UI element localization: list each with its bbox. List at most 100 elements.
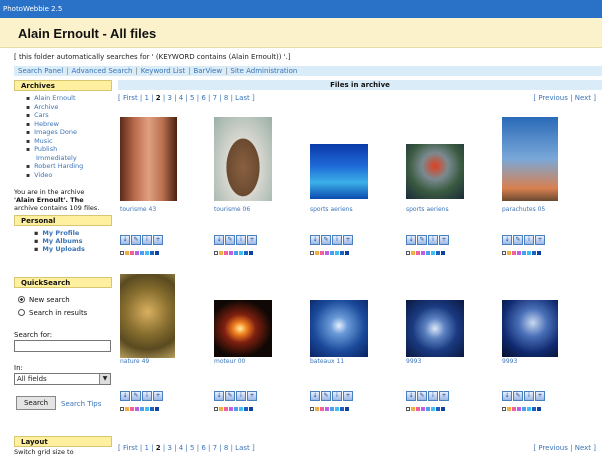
color-label-swatch[interactable] — [507, 251, 511, 255]
add-icon[interactable]: + — [153, 235, 163, 245]
file-caption-link[interactable]: bateaux 11 — [310, 358, 344, 365]
edit-icon[interactable]: ✎ — [417, 391, 427, 401]
nav-link[interactable]: Search Panel — [18, 67, 63, 75]
color-label-swatch[interactable] — [340, 251, 344, 255]
jet-pilot-thumbnail[interactable] — [502, 300, 558, 357]
file-caption-link[interactable]: parachutes 05 — [502, 206, 545, 213]
info-icon[interactable]: i — [142, 235, 152, 245]
nav-link[interactable]: Advanced Search — [72, 67, 133, 75]
add-icon[interactable]: + — [439, 235, 449, 245]
cactus-thumbnail[interactable] — [120, 274, 175, 358]
color-label-swatch[interactable] — [325, 251, 329, 255]
edit-icon[interactable]: ✎ — [513, 235, 523, 245]
color-label-swatch[interactable] — [219, 407, 223, 411]
color-label-swatch[interactable] — [522, 251, 526, 255]
color-label-swatch[interactable] — [517, 251, 521, 255]
download-icon[interactable]: ↓ — [310, 391, 320, 401]
color-label-swatch[interactable] — [345, 407, 349, 411]
info-icon[interactable]: i — [428, 235, 438, 245]
sidebar-personal-item[interactable]: My Profile — [34, 229, 85, 237]
file-caption-link[interactable]: 9993 — [502, 358, 517, 365]
color-label-swatch[interactable] — [512, 407, 516, 411]
radio-new-search[interactable]: New search — [18, 296, 70, 304]
color-label-swatch[interactable] — [224, 251, 228, 255]
sidebar-personal-item[interactable]: My Albums — [34, 237, 85, 245]
color-label-swatch[interactable] — [436, 251, 440, 255]
edit-icon[interactable]: ✎ — [321, 235, 331, 245]
color-label-swatch[interactable] — [155, 251, 159, 255]
previous-link-bottom[interactable]: Previous — [538, 444, 568, 452]
color-label-swatch[interactable] — [320, 251, 324, 255]
sidebar-archive-item[interactable]: Alain Ernoult — [26, 94, 83, 103]
color-label-swatch[interactable] — [214, 251, 218, 255]
sidebar-personal-item[interactable]: My Uploads — [34, 245, 85, 253]
info-icon[interactable]: i — [332, 391, 342, 401]
skydive-sea-thumbnail[interactable] — [310, 144, 368, 199]
sidebar-archive-item[interactable]: Images Done — [26, 128, 83, 137]
color-label-swatch[interactable] — [234, 251, 238, 255]
sidebar-archive-item[interactable]: Robert Harding — [26, 162, 83, 171]
color-label-swatch[interactable] — [234, 407, 238, 411]
color-label-swatch[interactable] — [502, 251, 506, 255]
edit-icon[interactable]: ✎ — [225, 391, 235, 401]
color-label-swatch[interactable] — [140, 407, 144, 411]
previous-link-top[interactable]: Previous — [538, 94, 568, 102]
sidebar-archive-item[interactable]: Archive — [26, 103, 83, 112]
download-icon[interactable]: ↓ — [310, 235, 320, 245]
color-label-swatch[interactable] — [426, 407, 430, 411]
info-icon[interactable]: i — [524, 235, 534, 245]
color-label-swatch[interactable] — [335, 251, 339, 255]
download-icon[interactable]: ↓ — [120, 391, 130, 401]
color-label-swatch[interactable] — [416, 251, 420, 255]
color-label-swatch[interactable] — [315, 251, 319, 255]
color-label-swatch[interactable] — [219, 251, 223, 255]
edit-icon[interactable]: ✎ — [131, 235, 141, 245]
color-label-swatch[interactable] — [214, 407, 218, 411]
sidebar-archive-item[interactable]: Immediately — [26, 154, 83, 163]
hang-glider-thumbnail[interactable] — [406, 144, 464, 199]
search-input[interactable] — [14, 340, 111, 352]
man-portrait-thumbnail[interactable] — [214, 117, 272, 201]
color-label-swatch[interactable] — [431, 407, 435, 411]
search-field-select[interactable]: All fields ▼ — [14, 373, 111, 385]
file-caption-link[interactable]: 9993 — [406, 358, 421, 365]
download-icon[interactable]: ↓ — [502, 235, 512, 245]
color-label-swatch[interactable] — [411, 407, 415, 411]
color-label-swatch[interactable] — [249, 251, 253, 255]
color-label-swatch[interactable] — [244, 407, 248, 411]
color-label-swatch[interactable] — [315, 407, 319, 411]
pager-last-link[interactable]: Last — [235, 444, 250, 452]
add-icon[interactable]: + — [247, 391, 257, 401]
color-label-swatch[interactable] — [411, 251, 415, 255]
color-label-swatch[interactable] — [532, 407, 536, 411]
file-caption-link[interactable]: sports aeriens — [406, 206, 449, 213]
color-label-swatch[interactable] — [140, 251, 144, 255]
color-label-swatch[interactable] — [135, 251, 139, 255]
color-label-swatch[interactable] — [345, 251, 349, 255]
download-icon[interactable]: ↓ — [120, 235, 130, 245]
jet-cockpit-thumbnail[interactable] — [406, 300, 464, 357]
sidebar-archive-item[interactable]: Hebrew — [26, 120, 83, 129]
sidebar-archive-item[interactable]: Music — [26, 137, 83, 146]
download-icon[interactable]: ↓ — [214, 235, 224, 245]
edit-icon[interactable]: ✎ — [225, 235, 235, 245]
color-label-swatch[interactable] — [145, 407, 149, 411]
color-label-swatch[interactable] — [125, 407, 129, 411]
add-icon[interactable]: + — [343, 391, 353, 401]
add-icon[interactable]: + — [343, 235, 353, 245]
info-icon[interactable]: i — [236, 235, 246, 245]
file-caption-link[interactable]: tourisme 43 — [120, 206, 156, 213]
color-label-swatch[interactable] — [421, 407, 425, 411]
color-label-swatch[interactable] — [330, 407, 334, 411]
edit-icon[interactable]: ✎ — [417, 235, 427, 245]
info-icon[interactable]: i — [524, 391, 534, 401]
color-label-swatch[interactable] — [244, 251, 248, 255]
color-label-swatch[interactable] — [436, 407, 440, 411]
color-label-swatch[interactable] — [320, 407, 324, 411]
add-icon[interactable]: + — [535, 391, 545, 401]
file-caption-link[interactable]: moteur 00 — [214, 358, 245, 365]
search-tips-link[interactable]: Search Tips — [61, 400, 101, 408]
sidebar-archive-item[interactable]: Cars — [26, 111, 83, 120]
color-label-swatch[interactable] — [224, 407, 228, 411]
color-label-swatch[interactable] — [431, 251, 435, 255]
